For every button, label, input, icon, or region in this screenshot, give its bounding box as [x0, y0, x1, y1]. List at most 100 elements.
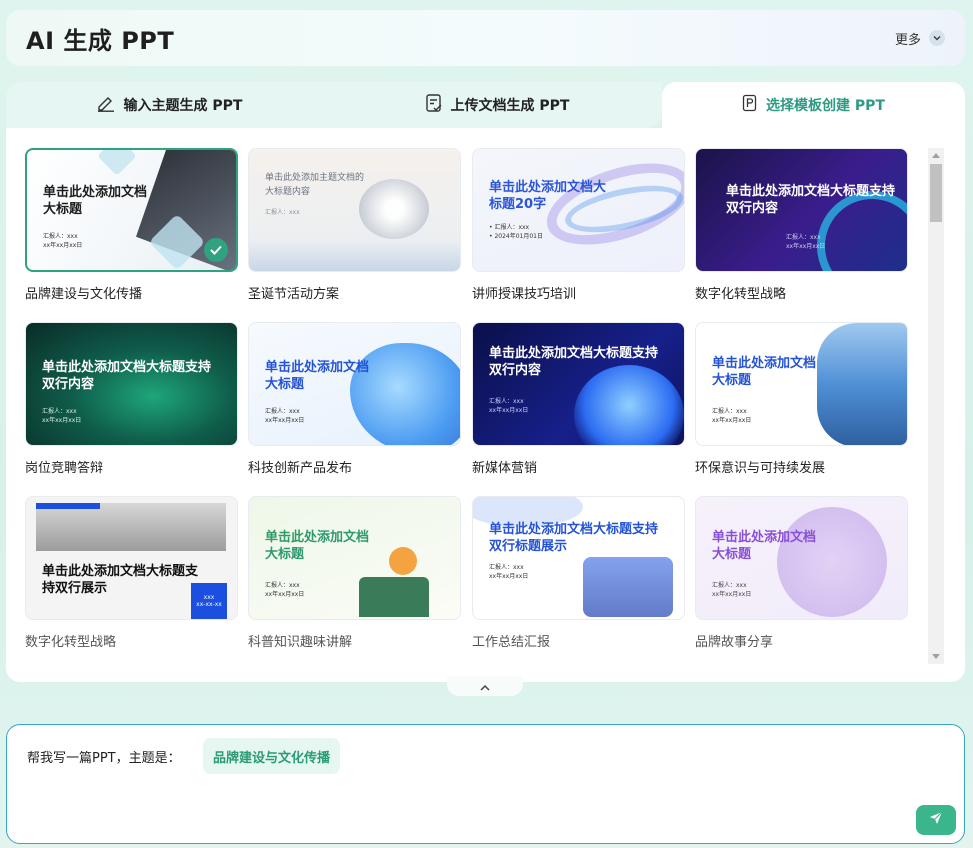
slide-reporter: 汇报人：xxx: [489, 564, 524, 571]
slide-title: 单击此处添加文档大标题: [712, 356, 817, 388]
slide-title: 单击此处添加文档大标题支持双行内容: [726, 184, 896, 216]
slide-title: 单击此处添加主题文档的大标题内容: [265, 173, 365, 197]
template-card-eco[interactable]: 单击此处添加文档大标题 汇报人：xxx xx年xx月xx日 环保意识与可持续发展: [695, 322, 908, 476]
template-thumbnail: 单击此处添加文档大标题支持双行内容 汇报人：xxx xx年xx月xx日: [695, 148, 908, 272]
slide-reporter: 汇报人：xxx: [786, 234, 821, 241]
template-caption: 数字化转型战略: [695, 287, 787, 302]
slide-reporter: 汇报人：xxx: [43, 233, 78, 240]
slide-meta: 汇报人：xxx xx年xx月xx日: [265, 581, 304, 599]
slide-date: xx-xx-xx: [196, 601, 222, 608]
template-thumbnail: 单击此处添加文档大标题20字 • 汇报人：xxx • 2024年01月01日: [472, 148, 685, 272]
template-thumbnail: 单击此处添加文档大标题支持双行内容 汇报人：xxx xx年xx月xx日: [472, 322, 685, 446]
city-image: [817, 323, 907, 445]
plant-image: [359, 577, 429, 617]
slide-date: xx年xx月xx日: [489, 407, 529, 414]
scroll-up-arrow-icon[interactable]: [932, 153, 940, 158]
slide-date: xx年xx月xx日: [712, 591, 752, 598]
building-image: [36, 503, 226, 551]
flower-image: [359, 179, 429, 239]
vertical-scrollbar[interactable]: [928, 148, 944, 664]
slide-date: xx年xx月xx日: [712, 417, 752, 424]
slide-title: 单击此处添加文档大标题: [265, 530, 370, 562]
slide-meta: 汇报人：xxx xx年xx月xx日: [42, 407, 81, 425]
slide-date: xx年xx月xx日: [42, 417, 82, 424]
template-thumbnail: 单击此处添加文档大标题支持双行展示 xxx xx-xx-xx: [25, 496, 238, 620]
slide-reporter: • 汇报人：xxx: [489, 224, 530, 231]
template-caption: 科技创新产品发布: [248, 461, 353, 476]
scroll-down-arrow-icon[interactable]: [932, 654, 940, 659]
template-thumbnail: 单击此处添加文档大标题支持双行标题展示 汇报人：xxx xx年xx月xx日: [472, 496, 685, 620]
topic-input-chip[interactable]: 品牌建设与文化传播: [203, 738, 341, 774]
decor-diamond: [97, 150, 137, 176]
slide-date: xx年xx月xx日: [489, 573, 529, 580]
template-caption: 岗位竞聘答辩: [25, 461, 104, 476]
more-label: 更多: [894, 32, 921, 48]
slide-meta: 汇报人：xxx: [265, 208, 300, 217]
send-button[interactable]: [916, 805, 956, 835]
slide-meta: 汇报人：xxx xx年xx月xx日: [489, 563, 528, 581]
tab-template-create[interactable]: 选择模板创建 PPT: [662, 82, 965, 128]
tab-topic-generate[interactable]: 输入主题生成 PPT: [6, 82, 332, 128]
template-card-newmedia[interactable]: 单击此处添加文档大标题支持双行内容 汇报人：xxx xx年xx月xx日 新媒体营销: [472, 322, 685, 476]
template-card-christmas[interactable]: 单击此处添加主题文档的大标题内容 汇报人：xxx 圣诞节活动方案: [248, 148, 461, 302]
slide-title: 单击此处添加文档大标题: [712, 530, 817, 562]
prompt-prefix-text: 帮我写一篇PPT，主题是：: [27, 751, 181, 766]
template-card-science[interactable]: 单击此处添加文档大标题 汇报人：xxx xx年xx月xx日 科普知识趣味讲解: [248, 496, 461, 650]
tab-upload-document[interactable]: 上传文档生成 PPT: [332, 82, 662, 128]
slide-title: 单击此处添加文档大标题20字: [489, 180, 607, 212]
slide-reporter: xxx: [203, 594, 215, 601]
slide-meta: 汇报人：xxx xx年xx月xx日: [712, 407, 751, 425]
template-card-brand[interactable]: 单击此处添加文档大标题 汇报人：xxx xx年xx月xx日 品牌建设与文化传播: [25, 148, 238, 302]
main-panel: 输入主题生成 PPT 上传文档生成 PPT 选择模板创建 PPT 单击此处添加文…: [6, 82, 965, 682]
slide-date: xx年xx月xx日: [265, 417, 305, 424]
template-caption: 品牌建设与文化传播: [25, 287, 143, 302]
template-card-lecturer[interactable]: 单击此处添加文档大标题20字 • 汇报人：xxx • 2024年01月01日 讲师…: [472, 148, 685, 302]
slide-title: 单击此处添加文档大标题支持双行内容: [489, 346, 659, 378]
slide-meta: 汇报人：xxx xx年xx月xx日: [43, 232, 82, 250]
slide-reporter: 汇报人：xxx: [712, 582, 747, 589]
collapse-toggle-button[interactable]: [447, 676, 523, 696]
template-thumbnail: 单击此处添加文档大标题支持双行内容 汇报人：xxx xx年xx月xx日: [25, 322, 238, 446]
slide-reporter: 汇报人：xxx: [265, 209, 300, 216]
template-caption: 环保意识与可持续发展: [695, 461, 826, 476]
template-caption: 工作总结汇报: [472, 635, 551, 650]
template-caption: 品牌故事分享: [695, 635, 774, 650]
tab-bar: 输入主题生成 PPT 上传文档生成 PPT 选择模板创建 PPT: [6, 82, 965, 128]
slide-date: • 2024年01月01日: [489, 233, 543, 240]
template-thumbnail: 单击此处添加文档大标题 汇报人：xxx xx年xx月xx日: [248, 496, 461, 620]
slide-title: 单击此处添加文档大标题支持双行内容: [42, 360, 212, 392]
template-thumbnail: 单击此处添加文档大标题 汇报人：xxx xx年xx月xx日: [695, 496, 908, 620]
scrollbar-thumb[interactable]: [930, 164, 942, 222]
slide-meta: 汇报人：xxx xx年xx月xx日: [786, 233, 825, 251]
template-card-brand-story[interactable]: 单击此处添加文档大标题 汇报人：xxx xx年xx月xx日 品牌故事分享: [695, 496, 908, 650]
template-gallery: 单击此处添加文档大标题 汇报人：xxx xx年xx月xx日 品牌建设与文化传播 单…: [6, 128, 965, 682]
template-card-summary[interactable]: 单击此处添加文档大标题支持双行标题展示 汇报人：xxx xx年xx月xx日 工作总…: [472, 496, 685, 650]
chevron-up-icon: [479, 677, 491, 696]
slide-date: xx年xx月xx日: [265, 591, 305, 598]
decor-bar: [36, 503, 100, 509]
chevron-down-icon: [929, 30, 945, 46]
prompt-input-box[interactable]: 帮我写一篇PPT，主题是： 品牌建设与文化传播: [6, 724, 965, 844]
app-header: AI 生成 PPT 更多: [6, 10, 965, 66]
pen-icon: [96, 94, 116, 116]
tab-label: 选择模板创建 PPT: [766, 98, 885, 114]
ppt-file-icon: [742, 94, 758, 116]
slide-title: 单击此处添加文档大标题: [265, 360, 370, 392]
template-card-digital[interactable]: 单击此处添加文档大标题支持双行内容 汇报人：xxx xx年xx月xx日 数字化转型…: [695, 148, 908, 302]
template-card-digital-2[interactable]: 单击此处添加文档大标题支持双行展示 xxx xx-xx-xx 数字化转型战略: [25, 496, 238, 650]
document-check-icon: [425, 93, 443, 117]
slide-date: xx年xx月xx日: [43, 242, 83, 249]
template-card-tech[interactable]: 单击此处添加文档大标题 汇报人：xxx xx年xx月xx日 科技创新产品发布: [248, 322, 461, 476]
page-title: AI 生成 PPT: [26, 26, 175, 55]
slide-meta: 汇报人：xxx xx年xx月xx日: [265, 407, 304, 425]
template-thumbnail: 单击此处添加文档大标题 汇报人：xxx xx年xx月xx日: [695, 322, 908, 446]
decor-mountain: [249, 241, 460, 271]
office-people-image: [583, 557, 673, 617]
more-menu-button[interactable]: 更多: [895, 29, 945, 48]
slide-reporter: 汇报人：xxx: [42, 408, 77, 415]
person-image: [389, 547, 417, 575]
template-card-position[interactable]: 单击此处添加文档大标题支持双行内容 汇报人：xxx xx年xx月xx日 岗位竞聘答…: [25, 322, 238, 476]
template-caption: 科普知识趣味讲解: [248, 635, 353, 650]
template-caption: 讲师授课技巧培训: [472, 287, 577, 302]
slide-reporter: 汇报人：xxx: [489, 398, 524, 405]
